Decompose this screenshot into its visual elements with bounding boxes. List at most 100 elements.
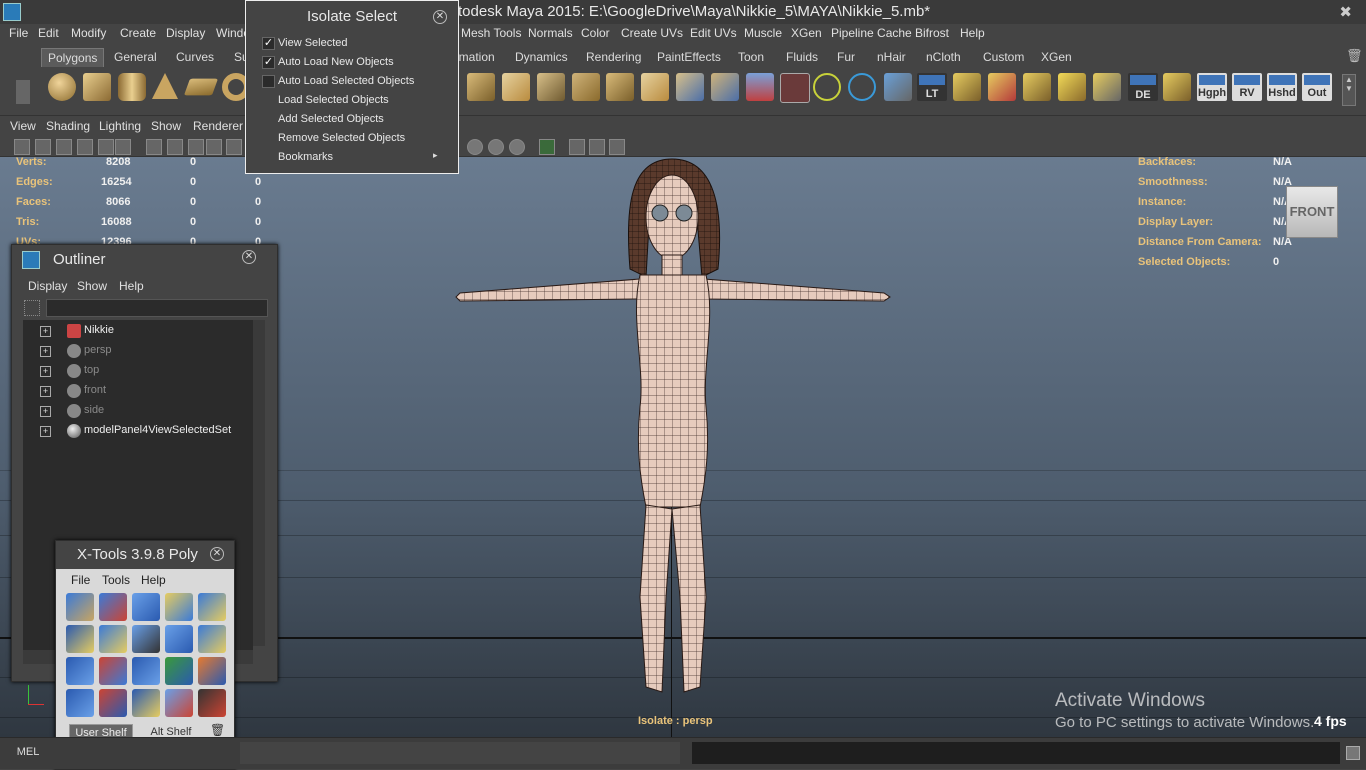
outliner-row[interactable]: + modelPanel4ViewSelectedSet	[23, 421, 253, 441]
hgph-shelf-button[interactable]: Hgph	[1197, 73, 1227, 101]
shelf-options-handle[interactable]	[16, 80, 30, 104]
command-input[interactable]	[240, 742, 680, 764]
insert-loop-icon[interactable]	[641, 73, 669, 101]
film-gate-icon[interactable]	[167, 139, 183, 155]
xtools-trash-icon[interactable]: 🗑	[210, 723, 225, 737]
tab-general[interactable]: General	[108, 48, 163, 66]
mesh-tool-5-icon[interactable]	[1093, 73, 1121, 101]
motion-blur-icon[interactable]	[509, 139, 525, 155]
bevel-icon[interactable]	[502, 73, 530, 101]
outliner-row[interactable]: + front	[23, 381, 253, 401]
xtool-16-icon[interactable]	[66, 689, 94, 717]
outliner-menu-show[interactable]: Show	[77, 279, 107, 293]
xtool-13-icon[interactable]	[132, 657, 160, 685]
tab-fluids[interactable]: Fluids	[780, 48, 824, 66]
xtools-menu-file[interactable]: File	[71, 573, 90, 587]
xtool-3-icon[interactable]	[132, 593, 160, 621]
menu-item-load-selected[interactable]: Load Selected Objects	[278, 94, 389, 106]
tab-nhair[interactable]: nHair	[871, 48, 912, 66]
tab-polygons[interactable]: Polygons	[41, 48, 105, 67]
vp-menu-shading[interactable]: Shading	[46, 119, 90, 133]
outliner-row[interactable]: + side	[23, 401, 253, 421]
menu-xgen[interactable]: XGen	[791, 26, 822, 40]
select-camera-icon[interactable]	[14, 139, 30, 155]
camera-attr-icon[interactable]	[35, 139, 51, 155]
bridge-icon[interactable]	[537, 73, 565, 101]
menu-item-bookmarks[interactable]: Bookmarks	[278, 151, 333, 163]
xtools-menu-help[interactable]: Help	[141, 573, 166, 587]
xtool-10-icon[interactable]	[198, 625, 226, 653]
menu-mesh-tools[interactable]: Mesh Tools	[461, 26, 521, 40]
mesh-tool-6-icon[interactable]	[1163, 73, 1191, 101]
sculpt-icon[interactable]	[746, 73, 774, 101]
xtool-15-icon[interactable]	[198, 657, 226, 685]
grease-pencil-icon[interactable]	[115, 139, 131, 155]
xtool-20-icon[interactable]	[198, 689, 226, 717]
2d-pan-icon[interactable]	[98, 139, 114, 155]
poly-cone-icon[interactable]	[152, 73, 178, 99]
isolate-select-icon[interactable]	[539, 139, 555, 155]
de-shelf-button[interactable]: DE	[1128, 73, 1158, 101]
xtool-2-icon[interactable]	[99, 593, 127, 621]
image-plane-icon[interactable]	[77, 139, 93, 155]
shelf-scroll-arrows[interactable]: ▲ ▼	[1342, 74, 1356, 106]
xtool-17-icon[interactable]	[99, 689, 127, 717]
uv-unfold-icon[interactable]	[711, 73, 739, 101]
menu-help[interactable]: Help	[960, 26, 985, 40]
outliner-row[interactable]: + top	[23, 361, 253, 381]
rotate-manip-icon[interactable]	[848, 73, 876, 101]
menu-item-auto-load-selected[interactable]: Auto Load Selected Objects	[278, 75, 414, 87]
tab-custom[interactable]: Custom	[977, 48, 1030, 66]
menu-create[interactable]: Create	[120, 26, 156, 40]
menu-muscle[interactable]: Muscle	[744, 26, 782, 40]
outliner-menu-help[interactable]: Help	[119, 279, 144, 293]
xtool-7-icon[interactable]	[99, 625, 127, 653]
menu-normals[interactable]: Normals	[528, 26, 573, 40]
poly-sphere-icon[interactable]	[48, 73, 76, 101]
tab-dynamics[interactable]: Dynamics	[509, 48, 574, 66]
lt-shelf-button[interactable]: LT	[917, 73, 947, 101]
tab-toon[interactable]: Toon	[732, 48, 770, 66]
vp-menu-renderer[interactable]: Renderer	[193, 119, 243, 133]
menu-create-uvs[interactable]: Create UVs	[621, 26, 683, 40]
tab-rendering[interactable]: Rendering	[580, 48, 647, 66]
split-icon[interactable]	[606, 73, 634, 101]
outliner-search-input[interactable]	[46, 299, 268, 317]
window-close-icon[interactable]: ✖	[1339, 3, 1352, 21]
menu-bifrost[interactable]: Bifrost	[915, 26, 949, 40]
menu-modify[interactable]: Modify	[71, 26, 106, 40]
poly-cube-icon[interactable]	[83, 73, 111, 101]
xtools-close-icon[interactable]: ✕	[210, 547, 224, 561]
mesh-tool-4-icon[interactable]	[1058, 73, 1086, 101]
xray-active-icon[interactable]	[589, 139, 605, 155]
poly-cylinder-icon[interactable]	[118, 73, 146, 101]
menu-item-auto-load-new[interactable]: Auto Load New Objects	[278, 56, 394, 68]
ambient-occlusion-icon[interactable]	[488, 139, 504, 155]
menu-edit[interactable]: Edit	[38, 26, 59, 40]
menu-item-add-selected[interactable]: Add Selected Objects	[278, 113, 384, 125]
menu-pipeline-cache[interactable]: Pipeline Cache	[831, 26, 912, 40]
menu-file[interactable]: File	[9, 26, 28, 40]
outliner-close-icon[interactable]: ✕	[242, 250, 256, 264]
outliner-vscrollbar[interactable]	[253, 320, 265, 646]
xtool-9-icon[interactable]	[165, 625, 193, 653]
xtool-1-icon[interactable]	[66, 593, 94, 621]
xtool-14-icon[interactable]	[165, 657, 193, 685]
menu-item-remove-selected[interactable]: Remove Selected Objects	[278, 132, 405, 144]
tab-ncloth[interactable]: nCloth	[920, 48, 967, 66]
mesh-tool-1-icon[interactable]	[953, 73, 981, 101]
auto-load-selected-checkbox[interactable]	[262, 75, 275, 88]
xtool-6-icon[interactable]	[66, 625, 94, 653]
character-mesh[interactable]	[440, 147, 910, 707]
grid-toggle-icon[interactable]	[146, 139, 162, 155]
xtool-5-icon[interactable]	[198, 593, 226, 621]
xtool-8-icon[interactable]	[132, 625, 160, 653]
merge-icon[interactable]	[572, 73, 600, 101]
tab-curves[interactable]: Curves	[170, 48, 220, 66]
script-editor-icon[interactable]	[1346, 746, 1360, 760]
hshd-shelf-button[interactable]: Hshd	[1267, 73, 1297, 101]
isolate-close-icon[interactable]: ✕	[433, 10, 447, 24]
menu-edit-uvs[interactable]: Edit UVs	[690, 26, 737, 40]
tab-xgen[interactable]: XGen	[1035, 48, 1078, 66]
out-shelf-button[interactable]: Out	[1302, 73, 1332, 101]
